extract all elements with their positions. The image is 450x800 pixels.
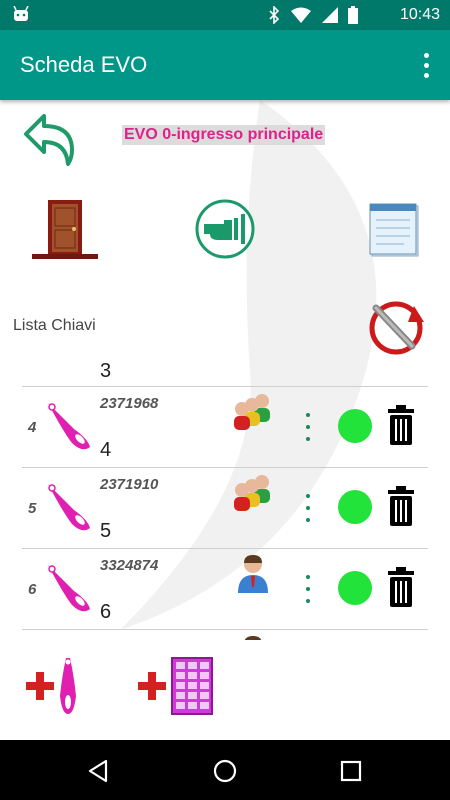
key-fob-icon: [48, 565, 90, 612]
group-icon: [234, 475, 270, 511]
row-menu-icon[interactable]: [302, 494, 314, 522]
nav-recents-icon[interactable]: [338, 758, 364, 784]
app-title: Scheda EVO: [20, 52, 148, 77]
hand-access-icon[interactable]: [194, 198, 256, 260]
back-arrow-icon[interactable]: [22, 110, 78, 166]
key-fob-icon: [48, 484, 90, 531]
key-number: 4: [100, 439, 112, 461]
bottom-actions: [0, 640, 450, 740]
key-row[interactable]: 4 2371968 4: [22, 386, 428, 467]
clock: 10:43: [399, 6, 440, 23]
wifi-icon: [291, 7, 311, 23]
row-index: 6: [28, 581, 37, 598]
status-bar: 10:43: [0, 0, 450, 30]
user-icon: [238, 555, 268, 593]
nav-back-icon[interactable]: [86, 758, 112, 784]
trash-icon[interactable]: [386, 486, 416, 526]
key-code: 2371968: [100, 395, 159, 412]
key-row[interactable]: 5 2371910 5: [22, 467, 428, 548]
key-code: 2371910: [100, 476, 159, 493]
door-icon[interactable]: [30, 198, 100, 260]
device-title: EVO 0-ingresso principale: [122, 125, 326, 145]
key-number: 6: [100, 601, 112, 623]
android-icon: [13, 6, 29, 21]
status-dot[interactable]: [338, 409, 372, 443]
row-index: 4: [28, 419, 37, 436]
navigation-bar: [0, 740, 450, 800]
key-list[interactable]: 3 4 2371968 4 5 2371910 5 6 3324874 6: [22, 360, 428, 640]
notepad-icon[interactable]: [364, 200, 424, 260]
row-menu-icon[interactable]: [302, 575, 314, 603]
more-vert-icon[interactable]: [414, 50, 438, 80]
key-fob-icon: [48, 403, 90, 450]
key-row[interactable]: 6 3324874 6: [22, 548, 428, 629]
key-number: 5: [100, 520, 112, 542]
row-menu-icon[interactable]: [302, 413, 314, 441]
key-code: 3324874: [100, 557, 159, 574]
nav-home-icon[interactable]: [212, 758, 238, 784]
battery-icon: [348, 6, 358, 24]
row-index: 5: [28, 500, 37, 517]
group-icon: [234, 394, 270, 430]
key-row[interactable]: 2371967: [22, 629, 428, 640]
list-label: Lista Chiavi: [13, 317, 96, 334]
add-keypad-icon[interactable]: [136, 656, 216, 716]
trash-icon[interactable]: [386, 567, 416, 607]
status-dot[interactable]: [338, 571, 372, 605]
partial-row-number: 3: [100, 360, 112, 382]
signal-icon: [322, 7, 338, 23]
status-dot[interactable]: [338, 490, 372, 524]
add-key-icon[interactable]: [24, 656, 82, 716]
trash-icon[interactable]: [386, 405, 416, 445]
reset-icon[interactable]: [362, 296, 428, 356]
bluetooth-icon: [269, 6, 280, 24]
